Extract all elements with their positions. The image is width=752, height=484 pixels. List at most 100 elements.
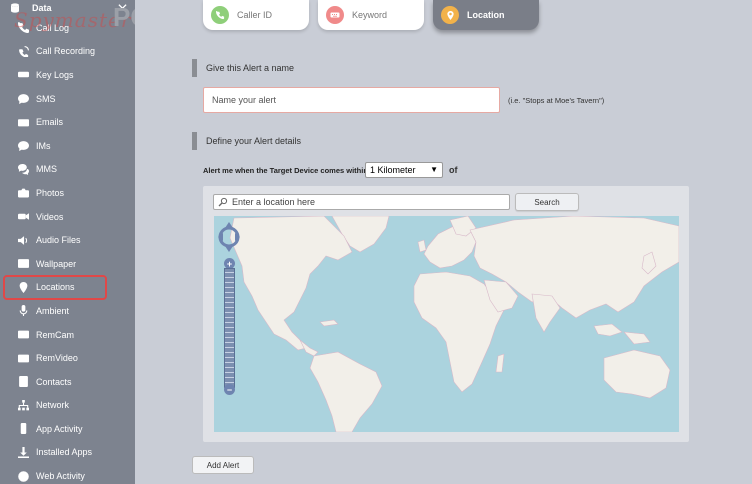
database-icon [10,3,20,13]
sidebar-item-label: IMs [36,140,51,151]
camera-icon [18,187,29,198]
zoom-rung [225,327,234,328]
sidebar-item-label: RemCam [36,329,75,340]
sidebar-item-network[interactable]: Network [0,394,135,418]
sidebar-item-app-activity[interactable]: App Activity [0,417,135,441]
zoom-rung [225,362,234,363]
sidebar-item-contacts[interactable]: Contacts [0,370,135,394]
sidebar-item-call-recording[interactable]: Call Recording [0,40,135,64]
sidebar-item-label: Ambient [36,305,70,316]
sidebar-item-key-logs[interactable]: Key Logs [0,63,135,87]
zoom-rung [225,292,234,293]
section-title: Define your Alert details [206,136,302,146]
tab-location[interactable]: Location [433,0,539,30]
sidebar-item-label: Audio Files [36,235,81,246]
sidebar-item-ambient[interactable]: Ambient [0,299,135,323]
chevron-down-icon: ▼ [430,165,438,174]
sidebar-item-label: Network [36,400,70,411]
tab-keyword[interactable]: Keyword [318,0,424,30]
phone-wave-icon [18,45,29,57]
sidebar-item-label: Videos [36,211,64,222]
network-icon [18,399,29,411]
tab-label: Keyword [352,10,388,20]
globe-icon [18,470,29,482]
sidebar-header[interactable]: Data [0,0,135,16]
zoom-rung [225,282,234,283]
map-canvas [229,216,679,432]
map-pan-control[interactable] [218,222,240,252]
search-icon [218,197,228,207]
sidebar-item-locations[interactable]: Locations [3,274,107,301]
alert-name-hint: (i.e. "Stops at Moe's Tavern") [508,96,605,105]
sidebar-item-label: Locations [36,282,75,293]
sidebar-item-installed-apps[interactable]: Installed Apps [0,441,135,465]
zoom-rung [225,322,234,323]
sidebar-item-label: MMS [36,164,57,175]
speaker-icon [18,235,29,246]
sidebar-item-label: Emails [36,117,64,128]
image-icon [18,258,29,269]
sidebar-item-label: Installed Apps [36,447,93,458]
chevron-down-icon[interactable] [118,2,127,13]
zoom-rung [225,382,234,383]
zoom-rung [225,317,234,318]
sidebar-header-label: Data [32,3,52,13]
zoom-rung [225,342,234,343]
sidebar-item-label: Photos [36,187,65,198]
zoom-rung [225,347,234,348]
sidebar-item-remvideo[interactable]: RemVideo [0,346,135,370]
sidebar-item-wallpaper[interactable]: Wallpaper [0,252,135,276]
download-icon [18,446,29,458]
zoom-slider[interactable] [224,268,235,388]
keyboard-icon [18,69,29,80]
add-alert-button[interactable]: Add Alert [192,456,254,474]
remvideo-icon [18,353,29,364]
sidebar-item-label: RemVideo [36,353,78,364]
sidebar-item-label: Call Recording [36,46,96,57]
sidebar-item-label: Contacts [36,376,72,387]
remcam-icon [18,329,29,340]
sidebar-item-remcam[interactable]: RemCam [0,323,135,347]
mobile-icon [18,423,29,435]
sidebar-item-sms[interactable]: SMS [0,87,135,111]
sidebar-item-emails[interactable]: Emails [0,110,135,134]
zoom-rung [225,367,234,368]
chat-multi-icon [18,163,29,175]
location-search-input[interactable]: Enter a location here [213,194,510,210]
sidebar-item-label: SMS [36,93,56,104]
search-button[interactable]: Search [515,193,579,211]
sidebar-item-web-activity[interactable]: Web Activity [0,464,135,484]
contacts-icon [18,376,29,388]
sidebar-item-audio-files[interactable]: Audio Files [0,228,135,252]
sidebar-item-videos[interactable]: Videos [0,205,135,229]
tab-label: Location [467,10,505,20]
tab-caller-id[interactable]: Caller ID [203,0,309,30]
tab-label: Caller ID [237,10,273,20]
of-label: of [449,165,458,175]
distance-select[interactable]: 1 Kilometer ▼ [365,162,443,178]
map-pin-icon [18,281,29,293]
phone-icon [211,6,229,24]
sidebar-item-call-log[interactable]: Call Log [0,16,135,40]
zoom-rung [225,352,234,353]
chat-dots-icon [18,140,29,152]
sidebar-item-mms[interactable]: MMS [0,158,135,182]
within-label: Alert me when the Target Device comes wi… [203,166,371,175]
sidebar-item-label: Call Log [36,22,70,33]
alert-name-input[interactable] [203,87,500,113]
zoom-out-button[interactable]: − [224,384,235,395]
sidebar-item-photos[interactable]: Photos [0,181,135,205]
zoom-rung [225,377,234,378]
zoom-rung [225,332,234,333]
zoom-rung [225,302,234,303]
world-map[interactable]: + − [214,216,679,432]
zoom-rung [225,297,234,298]
zoom-rung [225,287,234,288]
keyboard-icon [326,6,344,24]
section-bar [192,59,197,77]
zoom-rung [225,307,234,308]
location-placeholder: Enter a location here [232,197,316,207]
sidebar: Data Call Log Call Recording Key Logs SMS Em… [0,0,135,484]
zoom-rung [225,277,234,278]
sidebar-item-ims[interactable]: IMs [0,134,135,158]
